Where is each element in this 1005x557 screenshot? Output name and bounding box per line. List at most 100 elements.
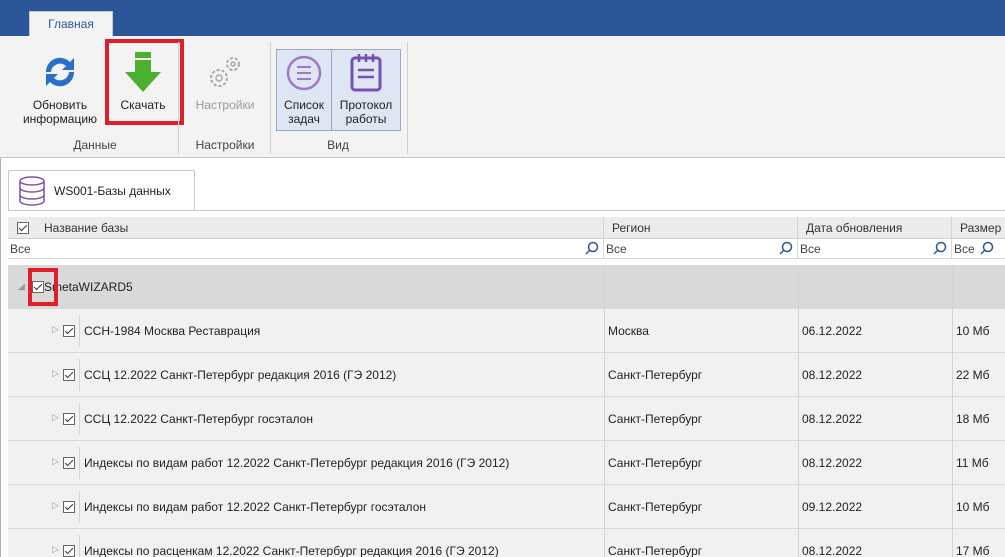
group-separator [270,42,271,154]
row-date: 06.12.2022 [802,324,863,338]
col-separator [952,265,953,557]
refresh-button[interactable]: Обновить информацию [14,52,106,126]
download-highlight-box [105,39,184,125]
col-header-date[interactable]: Дата обновления [798,217,952,239]
col-separator [798,265,799,557]
table-row[interactable]: ▷ ССЦ 12.2022 Санкт-Петербург редакция 2… [8,353,1005,397]
group-row[interactable]: ◢ SmetaWIZARD5 [8,265,1005,309]
group-separator [407,42,408,154]
row-checkbox[interactable] [63,413,75,425]
filter-region[interactable]: Все [604,239,798,259]
row-size: 18 Мб [956,412,990,426]
table-row[interactable]: ▷ ССН-1984 Москва Реставрация Москва 06.… [8,309,1005,353]
settings-button[interactable]: Настройки [184,52,266,112]
row-size: 10 Мб [956,500,990,514]
table-row[interactable]: ▷ Индексы по видам работ 12.2022 Санкт-П… [8,485,1005,529]
expand-arrow-icon[interactable]: ▷ [52,324,59,335]
view-divider [331,50,332,130]
protocol-icon [350,54,382,92]
table-row[interactable]: ▷ Индексы по видам работ 12.2022 Санкт-П… [8,441,1005,485]
tasklist-button[interactable]: Список задач [278,52,330,126]
filter-date[interactable]: Все [798,239,952,259]
doc-tab-label: WS001-Базы данных [54,184,171,198]
row-region: Санкт-Петербург [608,368,703,382]
filter-name[interactable]: Все [8,239,604,259]
expand-arrow-icon[interactable]: ▷ [52,412,59,423]
gear-icon [210,57,240,87]
row-date: 08.12.2022 [802,456,863,470]
row-divider [79,535,80,557]
refresh-label-2: информацию [22,112,98,126]
row-divider [79,315,80,347]
row-divider [79,447,80,479]
row-region: Санкт-Петербург [608,500,703,514]
group-label-view: Вид [327,138,349,152]
table-row[interactable]: ▷ ССЦ 12.2022 Санкт-Петербург госэталон … [8,397,1005,441]
row-date: 08.12.2022 [802,368,863,382]
select-all-checkbox[interactable] [17,222,29,234]
grid-header: Название базы Регион Дата обновления Раз… [8,217,1005,239]
search-icon[interactable] [585,241,599,255]
row-region: Санкт-Петербург [608,412,703,426]
filter-name-value: Все [10,242,31,256]
filter-region-value: Все [606,242,627,256]
row-name: ССЦ 12.2022 Санкт-Петербург госэталон [84,412,313,426]
col-header-region[interactable]: Регион [604,217,798,239]
row-size: 10 Мб [956,324,990,338]
filter-size-value: Все [954,242,975,256]
tasklist-label-2: задач [288,112,320,126]
row-name: Индексы по расценкам 12.2022 Санкт-Петер… [84,544,499,557]
checkbox-highlight-box [28,268,58,306]
row-checkbox[interactable] [63,325,75,337]
tasklist-label-1: Список [284,98,324,112]
row-region: Москва [608,324,649,338]
row-name: ССЦ 12.2022 Санкт-Петербург редакция 201… [84,368,397,382]
col-header-size[interactable]: Размер [952,217,1005,239]
expand-arrow-icon[interactable]: ▷ [52,368,59,379]
group-label-data: Данные [73,138,117,152]
row-size: 17 Мб [956,544,990,557]
expand-arrow-icon[interactable]: ▷ [52,544,59,555]
row-divider [79,491,80,523]
group-separator [178,42,179,154]
database-icon [19,176,45,206]
settings-label: Настройки [195,98,255,112]
filter-date-value: Все [800,242,821,256]
protocol-label-2: работы [345,112,387,126]
col-header-name-label: Название базы [44,221,129,235]
row-date: 09.12.2022 [802,500,863,514]
grid-top-border [8,210,1005,211]
doc-tab-databases[interactable]: WS001-Базы данных [8,170,195,210]
filter-row: Все Все Все Все [8,239,1005,259]
protocol-label-1: Протокол [339,98,393,112]
row-name: Индексы по видам работ 12.2022 Санкт-Пет… [84,500,426,514]
col-header-name[interactable]: Название базы [8,217,604,239]
search-icon[interactable] [933,241,947,255]
row-date: 08.12.2022 [802,412,863,426]
title-bar [0,0,1005,36]
group-label-settings: Настройки [195,138,255,152]
search-icon[interactable] [980,241,994,255]
expand-arrow-icon[interactable]: ▷ [52,500,59,511]
row-region: Санкт-Петербург [608,544,703,557]
collapse-arrow-icon[interactable]: ◢ [18,281,25,292]
row-checkbox[interactable] [63,545,75,557]
refresh-label-1: Обновить [32,98,88,112]
tab-main[interactable]: Главная [29,11,113,37]
row-size: 22 Мб [956,368,990,382]
table-row[interactable]: ▷ Индексы по расценкам 12.2022 Санкт-Пет… [8,529,1005,557]
filter-size[interactable]: Все [952,239,1005,259]
row-checkbox[interactable] [63,501,75,513]
search-icon[interactable] [779,241,793,255]
task-list-icon [286,55,322,91]
row-size: 11 Мб [956,456,989,470]
col-separator [604,265,605,557]
expand-arrow-icon[interactable]: ▷ [52,456,59,467]
row-checkbox[interactable] [63,369,75,381]
row-name: ССН-1984 Москва Реставрация [84,324,261,338]
protocol-button[interactable]: Протокол работы [333,52,399,126]
row-checkbox[interactable] [63,457,75,469]
row-date: 08.12.2022 [802,544,863,557]
row-region: Санкт-Петербург [608,456,703,470]
row-divider [79,403,80,435]
